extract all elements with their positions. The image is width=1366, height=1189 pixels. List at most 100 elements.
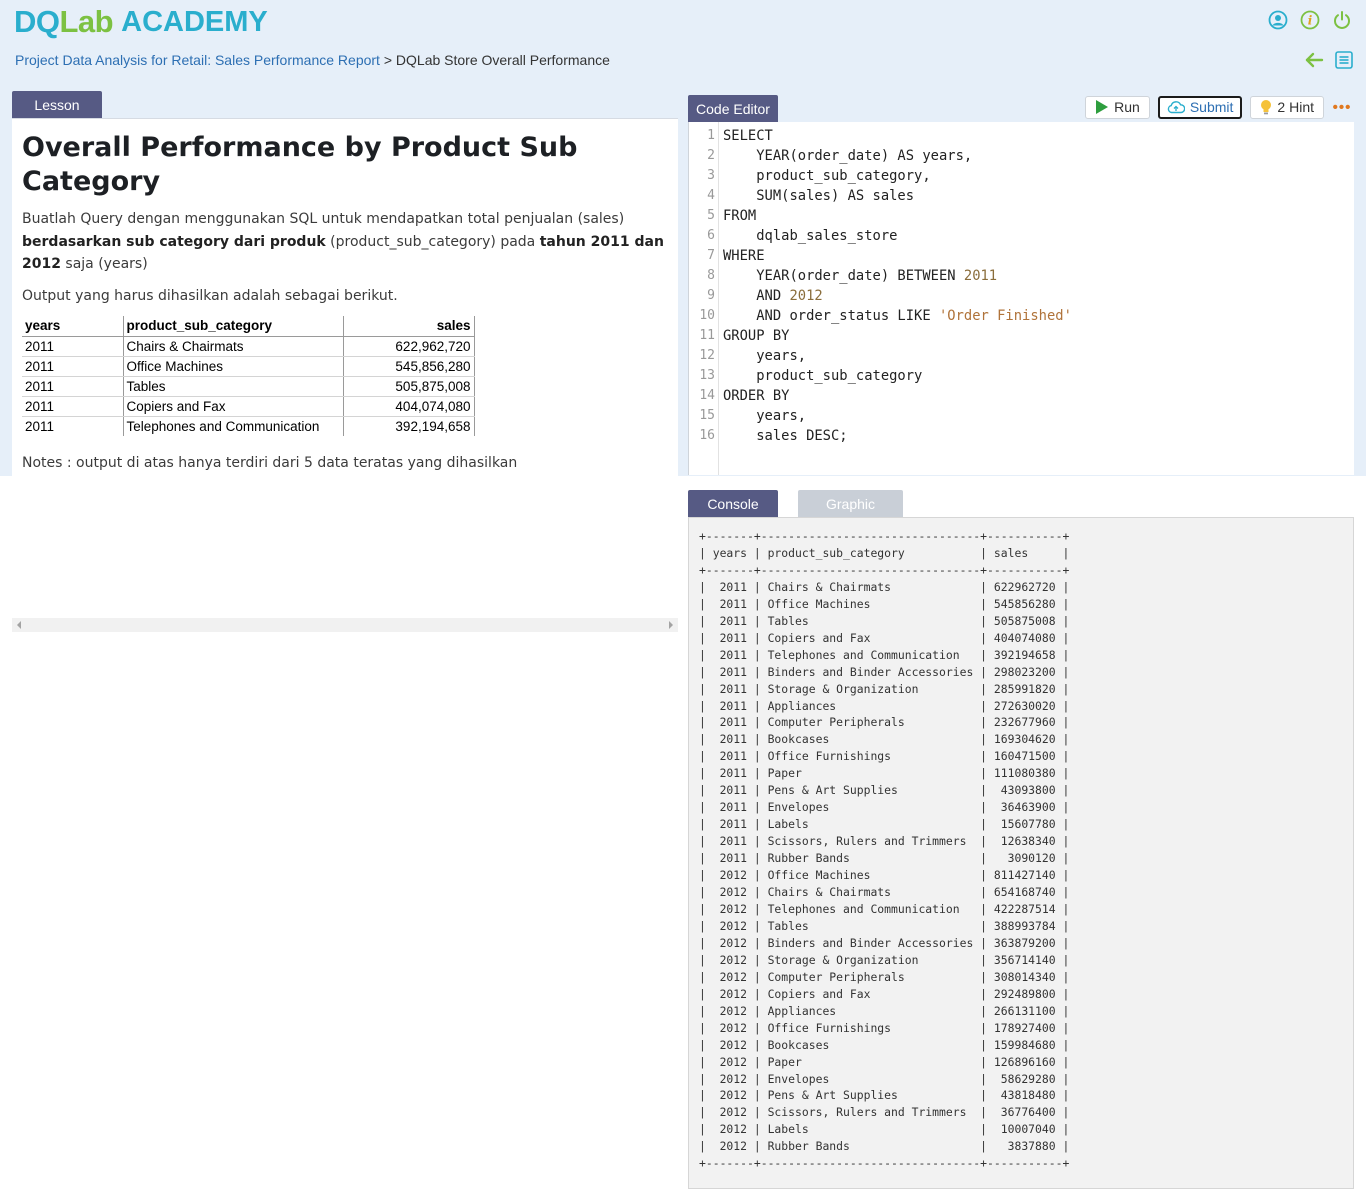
column-header-sales: sales — [343, 316, 475, 337]
code-text: SELECT — [723, 128, 773, 144]
breadcrumb: Project Data Analysis for Retail: Sales … — [15, 52, 610, 68]
code-line: SELECT — [723, 126, 1072, 146]
code-number: 2012 — [789, 288, 823, 304]
editor-toolbar: Run Submit 2 Hint ••• — [1085, 95, 1352, 119]
logo-text-lab: Lab — [59, 4, 114, 39]
line-number: 2 — [707, 148, 715, 163]
code-area[interactable]: SELECT YEAR(order_date) AS years, produc… — [723, 126, 1072, 446]
code-text: AND — [723, 288, 790, 304]
line-number: 3 — [707, 168, 715, 183]
code-line: AND 2012 — [723, 286, 1072, 306]
code-line: YEAR(order_date) BETWEEN 2011 — [723, 266, 1072, 286]
line-number: 9 — [707, 288, 715, 303]
code-text: ORDER BY — [723, 388, 790, 404]
more-options-icon[interactable]: ••• — [1332, 96, 1352, 119]
column-header-years: years — [22, 316, 124, 337]
instruction-part-b: berdasarkan sub category dari produk — [22, 233, 326, 250]
play-icon — [1096, 100, 1109, 114]
run-button[interactable]: Run — [1085, 95, 1150, 119]
breadcrumb-current: DQLab Store Overall Performance — [395, 52, 610, 68]
cell-product-sub-category: Telephones and Communication — [123, 416, 344, 436]
line-number: 4 — [707, 188, 715, 203]
expected-output-table: years product_sub_category sales 2011 Ch… — [22, 316, 475, 436]
submit-button[interactable]: Submit — [1157, 95, 1243, 119]
breadcrumb-project-link[interactable]: Project Data Analysis for Retail: Sales … — [15, 52, 380, 68]
line-number-gutter: 1 2 3 4 5 6 7 8 9 10 11 12 13 14 15 16 — [689, 122, 719, 475]
instruction-part-a: Buatlah Query dengan menggunakan SQL unt… — [22, 211, 625, 227]
code-line: years, — [723, 346, 1072, 366]
scroll-left-arrow-icon[interactable] — [17, 621, 21, 629]
tab-code-editor[interactable]: Code Editor — [688, 95, 778, 122]
cell-years: 2011 — [22, 356, 124, 377]
code-text: product_sub_category — [723, 368, 923, 384]
hint-label: 2 Hint — [1277, 99, 1314, 115]
table-row: 2011 Chairs & Chairmats 622,962,720 — [22, 336, 475, 357]
cell-product-sub-category: Copiers and Fax — [123, 396, 344, 417]
code-text: YEAR(order_date) BETWEEN — [723, 268, 964, 284]
run-label: Run — [1114, 99, 1140, 115]
hint-button[interactable]: 2 Hint — [1250, 95, 1324, 119]
lesson-horizontal-scrollbar[interactable] — [12, 618, 678, 632]
info-icon[interactable]: i — [1300, 10, 1320, 30]
column-header-product-sub-category: product_sub_category — [123, 316, 344, 337]
code-line: SUM(sales) AS sales — [723, 186, 1072, 206]
code-text: WHERE — [723, 248, 765, 264]
line-number: 13 — [699, 368, 715, 383]
line-number: 1 — [707, 128, 715, 143]
cell-years: 2011 — [22, 376, 124, 397]
lesson-output-intro: Output yang harus dihasilkan adalah seba… — [22, 287, 398, 304]
code-line: WHERE — [723, 246, 1072, 266]
line-number: 15 — [699, 408, 715, 423]
cell-sales: 505,875,008 — [343, 376, 475, 397]
code-line: AND order_status LIKE 'Order Finished' — [723, 306, 1072, 326]
table-row: 2011 Telephones and Communication 392,19… — [22, 416, 475, 436]
lightbulb-icon — [1261, 100, 1272, 115]
code-line: GROUP BY — [723, 326, 1072, 346]
back-arrow-icon[interactable] — [1304, 50, 1324, 70]
scroll-right-arrow-icon[interactable] — [669, 621, 673, 629]
table-header-row: years product_sub_category sales — [22, 316, 475, 337]
line-number: 6 — [707, 228, 715, 243]
code-number: 2011 — [963, 268, 998, 284]
cell-product-sub-category: Chairs & Chairmats — [123, 336, 344, 357]
code-line: ORDER BY — [723, 386, 1072, 406]
logo-text-academy: ACADEMY — [121, 5, 268, 38]
code-editor[interactable]: 1 2 3 4 5 6 7 8 9 10 11 12 13 14 15 16 SELECT YEAR(orde… — [688, 122, 1354, 475]
code-text: SUM(sales) AS sales — [723, 188, 915, 204]
code-text: GROUP BY — [723, 328, 790, 344]
lesson-panel: Overall Performance by Product Sub Categ… — [12, 118, 678, 632]
dqlab-academy-logo[interactable]: DQ Lab ACADEMY — [14, 4, 268, 40]
console-result-table: +-------+-------------------------------… — [699, 529, 1070, 1171]
line-number: 10 — [699, 308, 715, 323]
code-line: sales DESC; — [723, 426, 1072, 446]
cell-sales: 404,074,080 — [343, 396, 475, 417]
power-icon[interactable] — [1332, 10, 1352, 30]
code-text: dqlab_sales_store — [723, 228, 898, 244]
line-number: 12 — [699, 348, 715, 363]
top-right-icons: i — [1268, 10, 1352, 30]
code-line: YEAR(order_date) AS years, — [723, 146, 1072, 166]
code-line: FROM — [723, 206, 1072, 226]
tab-lesson[interactable]: Lesson — [12, 91, 102, 118]
console-output: +-------+-------------------------------… — [688, 517, 1354, 1189]
code-text: FROM — [723, 208, 757, 224]
code-line: years, — [723, 406, 1072, 426]
cell-sales: 545,856,280 — [343, 356, 475, 377]
user-icon[interactable] — [1268, 10, 1288, 30]
table-row: 2011 Copiers and Fax 404,074,080 — [22, 396, 475, 417]
line-number: 16 — [699, 428, 715, 443]
code-text: product_sub_category, — [723, 168, 931, 184]
cell-sales: 622,962,720 — [343, 336, 475, 357]
tab-graphic[interactable]: Graphic — [798, 490, 903, 517]
lesson-instruction: Buatlah Query dengan menggunakan SQL unt… — [22, 208, 668, 276]
table-row: 2011 Office Machines 545,856,280 — [22, 356, 475, 377]
code-line: product_sub_category — [723, 366, 1072, 386]
code-text: sales DESC; — [723, 428, 848, 444]
svg-text:i: i — [1308, 14, 1313, 28]
code-line: dqlab_sales_store — [723, 226, 1072, 246]
cell-sales: 392,194,658 — [343, 416, 475, 436]
tab-console[interactable]: Console — [688, 490, 778, 517]
breadcrumb-separator: > — [379, 52, 396, 68]
logo-text-dq: DQ — [14, 4, 60, 39]
list-icon[interactable] — [1334, 50, 1354, 70]
